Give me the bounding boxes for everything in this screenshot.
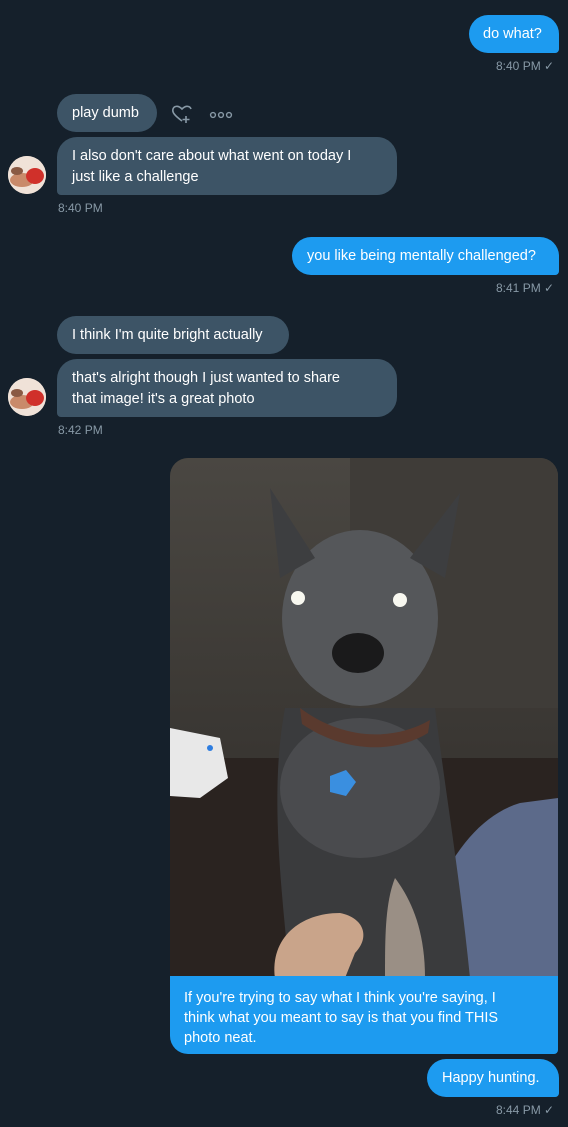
- message-text: Happy hunting.: [442, 1070, 540, 1086]
- message-bubble-sent[interactable]: you like being mentally challenged?: [292, 237, 559, 275]
- more-options-icon[interactable]: [209, 108, 233, 120]
- message-timestamp: 8:40 PM ✓: [496, 59, 555, 73]
- message-timestamp: 8:42 PM: [58, 423, 103, 437]
- avatar[interactable]: [8, 156, 46, 194]
- message-bubble-received[interactable]: I think I'm quite bright actually: [57, 316, 289, 354]
- message-text: play dumb: [72, 105, 139, 121]
- message-bubble-received[interactable]: I also don't care about what went on tod…: [57, 137, 397, 195]
- message-timestamp: 8:40 PM: [58, 201, 103, 215]
- message-bubble-received[interactable]: that's alright though I just wanted to s…: [57, 359, 397, 417]
- avatar[interactable]: [8, 378, 46, 416]
- message-timestamp: 8:41 PM ✓: [496, 281, 555, 295]
- caption-line: If you're trying to say what I think you…: [184, 990, 496, 1006]
- heart-plus-icon[interactable]: [171, 103, 193, 125]
- message-text-line: I also don't care about what went on tod…: [72, 148, 352, 164]
- message-bubble-sent[interactable]: Happy hunting.: [427, 1059, 559, 1097]
- message-text: do what?: [483, 26, 542, 42]
- message-bubble-received[interactable]: play dumb: [57, 94, 157, 132]
- message-text-line: that's alright though I just wanted to s…: [72, 370, 340, 386]
- dog-photo[interactable]: [170, 458, 558, 978]
- message-text: I think I'm quite bright actually: [72, 327, 263, 343]
- photo-caption[interactable]: If you're trying to say what I think you…: [170, 976, 558, 1054]
- message-bubble-sent[interactable]: do what?: [469, 15, 559, 53]
- caption-line: photo neat.: [184, 1030, 257, 1046]
- caption-line: think what you meant to say is that you …: [184, 1010, 499, 1026]
- message-timestamp: 8:44 PM ✓: [496, 1103, 555, 1117]
- message-text: you like being mentally challenged?: [307, 248, 536, 264]
- message-text-line: just like a challenge: [72, 169, 199, 185]
- message-text-line: that image! it's a great photo: [72, 391, 255, 407]
